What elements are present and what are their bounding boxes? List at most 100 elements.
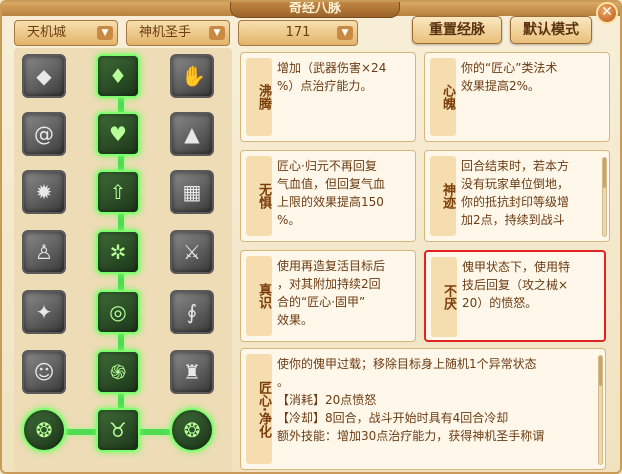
warrior-icon: ♜ [183, 360, 201, 384]
talent-node[interactable]: ♉ [96, 408, 140, 452]
talent-name: 无惧 [246, 156, 272, 236]
talent-description-line: 20）的愤怒。 [462, 296, 538, 310]
talent-node[interactable]: ✹ [22, 170, 66, 214]
talent-description-line: 没有玩家单位倒地， [461, 177, 570, 191]
talent-node[interactable]: ⚔ [170, 230, 214, 274]
talent-node[interactable]: ✲ [96, 230, 140, 274]
talent-description: 你的“匠心”类法术 效果提高2%。 [461, 59, 557, 95]
talent-node[interactable]: ❂ [22, 408, 66, 452]
heart-icon: ♥ [109, 122, 127, 146]
talent-card-shenji[interactable]: 神迹 回合结束时，若本方 没有玩家单位倒地， 你的抵抗封印等级增 加2点，持续到战斗 [424, 150, 610, 242]
window-title: 奇经八脉 [230, 2, 400, 18]
talent-description-line: 合的“匠心·固甲” [277, 295, 366, 309]
talent-card-feiteng[interactable]: 沸腾 增加（武器伤害×24 %）点治疗能力。 [240, 52, 416, 142]
snake-icon: ∮ [186, 300, 198, 324]
talent-description-line: 回合结束时，若本方 [461, 159, 570, 173]
sect-value: 天机城 [27, 25, 67, 40]
talent-node[interactable]: ❂ [170, 408, 214, 452]
swords-icon: ⚔ [183, 240, 201, 264]
talent-name: 真识 [246, 256, 272, 336]
talent-description: 使你的傀甲过载；移除目标身上随机1个异常状态。【消耗】20点愤怒 【冷却】8回合，… [277, 355, 544, 445]
talent-description-line: 加2点，持续到战斗 [461, 213, 565, 227]
sect-dropdown[interactable]: 天机城 ▼ [14, 20, 118, 46]
level-value: 171 [285, 25, 311, 40]
talent-node[interactable]: ♜ [170, 350, 214, 394]
description-scrollbar[interactable] [598, 355, 603, 465]
talent-node[interactable]: ⇧ [96, 170, 140, 214]
talent-description-line: 技后回复（攻之械× [462, 278, 569, 292]
talent-node[interactable]: ֍ [96, 350, 140, 394]
talent-description-line: 傀甲状态下，使用特 [462, 260, 571, 274]
hand-icon: ✋ [181, 64, 206, 88]
talent-node[interactable]: ✋ [170, 54, 214, 98]
talent-description-line: 气血值，但回复气血 [277, 177, 386, 191]
talent-description-line: 使用再造复活目标后 [277, 259, 386, 273]
level-dropdown[interactable]: 171 ▼ [238, 20, 358, 46]
talent-node[interactable]: ▲ [170, 112, 214, 156]
talent-node[interactable]: ♙ [22, 230, 66, 274]
chevron-down-icon: ▼ [209, 26, 225, 40]
spiral-icon: @ [34, 122, 54, 146]
star-icon: ✦ [35, 300, 53, 324]
talent-description-line: 。 [277, 375, 290, 389]
dragon-center-icon: ♉ [109, 418, 127, 442]
talent-node[interactable]: ▦ [170, 170, 214, 214]
scrollbar-thumb[interactable] [603, 158, 606, 188]
talent-description-line: 【消耗】20点愤怒 [277, 393, 377, 407]
bell-icon: ▲ [184, 122, 200, 146]
talent-name: 不厌 [431, 257, 457, 337]
reset-meridian-button[interactable]: 重置经脉 [412, 16, 502, 44]
talent-description-line: 上限的效果提高150 [277, 195, 384, 209]
talent-name: 心魄 [430, 58, 456, 136]
talent-node[interactable]: ∮ [170, 290, 214, 334]
close-icon: ✕ [601, 4, 613, 20]
talent-description-line: 效果提高2%。 [461, 79, 541, 93]
talent-description: 使用再造复活目标后 ，对其附加持续2回 合的“匠心·固甲” 效果。 [277, 257, 385, 329]
scrollbar-thumb[interactable] [599, 356, 602, 386]
talent-description-line: 使你的傀甲过载；移除目标身上随机1个异常状态 [277, 357, 537, 371]
talent-card-xinpo[interactable]: 心魄 你的“匠心”类法术 效果提高2%。 [424, 52, 610, 142]
talent-node[interactable]: @ [22, 112, 66, 156]
talent-card-zhenshi[interactable]: 真识 使用再造复活目标后 ，对其附加持续2回 合的“匠心·固甲” 效果。 [240, 250, 416, 342]
talent-node[interactable]: ☺ [22, 350, 66, 394]
talent-node[interactable]: ♥ [96, 112, 140, 156]
blade-icon: ♦ [109, 64, 127, 88]
school-value: 神机圣手 [139, 25, 192, 40]
default-mode-button[interactable]: 默认模式 [510, 16, 592, 44]
talent-node[interactable]: ♦ [96, 54, 140, 98]
gear-icon: ✲ [109, 240, 127, 264]
talent-description: 匠心·归元不再回复 气血值，但回复气血 上限的效果提高150 %。 [277, 157, 385, 229]
talent-description-line: 你的抵抗封印等级增 [461, 195, 570, 209]
description-scrollbar[interactable] [602, 157, 607, 237]
arrow-up-icon: ⇧ [109, 180, 127, 204]
target-icon: ◎ [109, 300, 127, 324]
talent-description-line: %。 [277, 213, 301, 227]
beast-icon: ☺ [33, 360, 55, 384]
school-dropdown[interactable]: 神机圣手 ▼ [126, 20, 230, 46]
talent-description: 傀甲状态下，使用特 技后回复（攻之械× 20）的愤怒。 [462, 258, 570, 312]
talent-description: 回合结束时，若本方 没有玩家单位倒地， 你的抵抗封印等级增 加2点，持续到战斗 [461, 157, 569, 229]
talent-name: 神迹 [430, 156, 456, 236]
talent-description-line: %）点治疗能力。 [277, 79, 373, 93]
sun-icon: ✹ [35, 180, 53, 204]
talent-card-jiangxin-jinghua[interactable]: 匠心·净化 使你的傀甲过载；移除目标身上随机1个异常状态。【消耗】20点愤怒 【冷却… [240, 348, 606, 470]
chevron-down-icon: ▼ [337, 26, 353, 40]
talent-card-buyan[interactable]: 不厌 傀甲状态下，使用特 技后回复（攻之械× 20）的愤怒。 [424, 250, 606, 342]
vortex-icon: ֍ [109, 360, 127, 384]
dragon-right-icon: ❂ [183, 418, 201, 442]
wall-icon: ▦ [182, 180, 202, 204]
talent-name: 沸腾 [246, 58, 272, 136]
talent-description-line: 额外技能：增加30点治疗能力，获得神机圣手称谓 [277, 429, 545, 443]
diamond-icon: ◆ [36, 64, 52, 88]
talent-description: 增加（武器伤害×24 %）点治疗能力。 [277, 59, 386, 95]
talent-node[interactable]: ✦ [22, 290, 66, 334]
talent-name: 匠心·净化 [246, 354, 272, 464]
close-button[interactable]: ✕ [596, 2, 618, 24]
dragon-left-icon: ❂ [35, 418, 53, 442]
talent-description-line: 效果。 [277, 313, 314, 327]
talent-node[interactable]: ◎ [96, 290, 140, 334]
talent-card-wuju[interactable]: 无惧 匠心·归元不再回复 气血值，但回复气血 上限的效果提高150 %。 [240, 150, 416, 242]
talent-description-line: 你的“匠心”类法术 [461, 61, 558, 75]
talent-description-line: 匠心·归元不再回复 [277, 159, 377, 173]
talent-node[interactable]: ◆ [22, 54, 66, 98]
